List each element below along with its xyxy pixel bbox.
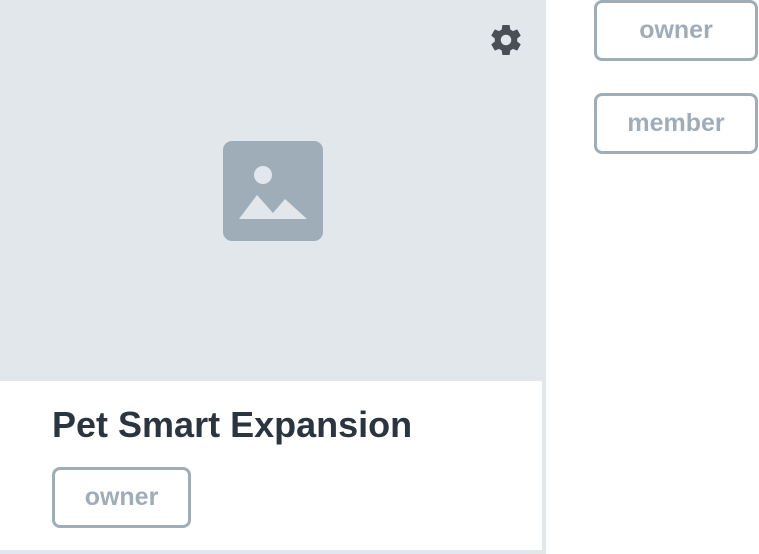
settings-button[interactable] xyxy=(487,21,525,59)
project-card-stage: Pet Smart Expansion owner owner member xyxy=(0,0,759,554)
role-badge[interactable]: owner xyxy=(52,467,191,528)
role-option-member[interactable]: member xyxy=(594,93,758,154)
image-placeholder-icon xyxy=(223,141,323,241)
card-image-area xyxy=(0,0,546,381)
project-card[interactable]: Pet Smart Expansion owner xyxy=(0,0,546,554)
project-title[interactable]: Pet Smart Expansion xyxy=(52,403,412,447)
role-option-owner[interactable]: owner xyxy=(594,0,758,61)
card-body: Pet Smart Expansion owner xyxy=(4,381,542,550)
gear-icon[interactable] xyxy=(488,22,524,58)
